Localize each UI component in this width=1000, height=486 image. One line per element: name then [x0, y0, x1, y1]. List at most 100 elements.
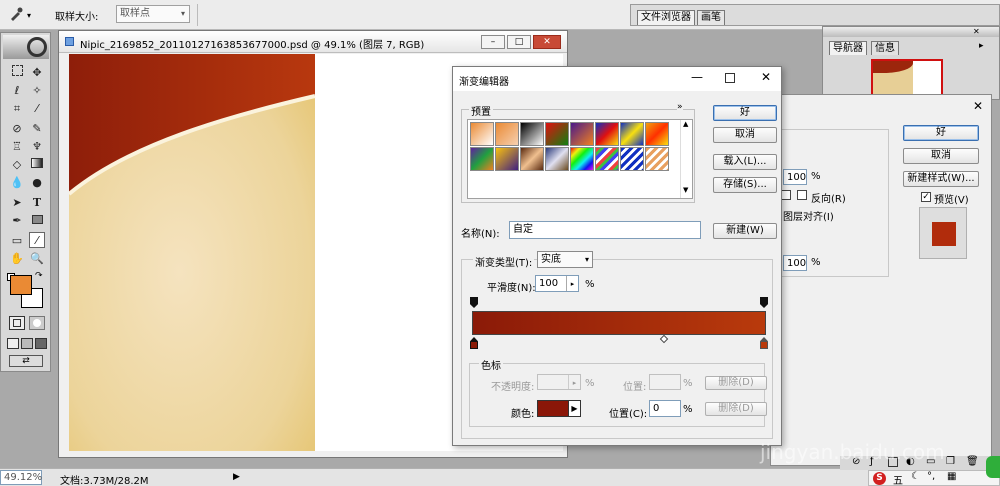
- hand-tool-icon[interactable]: ✋: [9, 251, 25, 267]
- delete-color-stop-button[interactable]: 删除(D): [705, 402, 767, 416]
- preset-transparent-rainbow[interactable]: [595, 147, 619, 171]
- preset-yellow-violet[interactable]: [495, 147, 519, 171]
- new-layer-icon[interactable]: ❐: [946, 456, 955, 467]
- eraser-tool-icon[interactable]: ◇: [9, 157, 25, 173]
- clone-stamp-tool-icon[interactable]: ♖: [9, 139, 25, 155]
- opacity-input[interactable]: ▸: [537, 374, 581, 390]
- preview-checkbox[interactable]: ✓: [921, 192, 931, 202]
- ime-mode[interactable]: 五: [893, 472, 903, 486]
- preset-chrome[interactable]: [545, 147, 569, 171]
- ime-punct-icon[interactable]: °,: [927, 471, 935, 482]
- document-titlebar[interactable]: Nipic_2169852_20110127163853677000.psd @…: [59, 31, 567, 53]
- preset-copper[interactable]: [520, 147, 544, 171]
- preset-black-white[interactable]: [520, 122, 544, 146]
- screen-mode-standard-icon[interactable]: [7, 338, 19, 349]
- jump-to-imageready-icon[interactable]: ⇄: [9, 355, 43, 367]
- zoom-field[interactable]: 49.12%: [0, 470, 42, 485]
- eyedropper-tool-icon[interactable]: [8, 6, 24, 22]
- slice-tool-icon[interactable]: ⁄: [29, 101, 45, 117]
- layer-style-value-2[interactable]: 100: [783, 255, 807, 271]
- load-button[interactable]: 载入(L)...: [713, 154, 777, 170]
- preset-scrollbar[interactable]: ▲ ▼: [680, 120, 692, 198]
- save-button[interactable]: 存储(S)...: [713, 177, 777, 193]
- minimize-icon[interactable]: —: [691, 70, 703, 84]
- screen-mode-full-menu-icon[interactable]: [21, 338, 33, 349]
- foreground-color-swatch[interactable]: [10, 275, 32, 295]
- magic-wand-tool-icon[interactable]: ✧: [29, 83, 45, 99]
- ok-button[interactable]: 好: [713, 105, 777, 121]
- preset-blue-yellow-blue[interactable]: [620, 122, 644, 146]
- gradient-tool-icon[interactable]: [29, 157, 45, 173]
- ime-settings-icon[interactable]: ▦: [947, 471, 956, 482]
- scroll-up-icon[interactable]: ▲: [683, 120, 688, 128]
- preset-fg-transparent[interactable]: [495, 122, 519, 146]
- tool-preset-dropdown-icon[interactable]: ▾: [27, 11, 31, 20]
- panel-menu-icon[interactable]: ▸: [979, 41, 984, 51]
- screen-mode-full-icon[interactable]: [35, 338, 47, 349]
- gradient-editor-titlebar[interactable]: 渐变编辑器 — ✕: [453, 67, 781, 91]
- color-location-input[interactable]: 0: [649, 400, 681, 417]
- close-icon[interactable]: ✕: [761, 70, 771, 84]
- layer-style-ok-button[interactable]: 好: [903, 125, 979, 141]
- maximize-button[interactable]: □: [507, 35, 531, 49]
- maximize-icon[interactable]: [725, 73, 735, 83]
- zoom-tool-icon[interactable]: 🔍: [29, 251, 45, 267]
- tab-info[interactable]: 信息: [871, 41, 899, 55]
- sample-size-select[interactable]: 取样点 ▾: [116, 5, 190, 23]
- path-selection-tool-icon[interactable]: ➤: [9, 195, 25, 211]
- color-menu-arrow-icon[interactable]: ▶: [568, 401, 580, 416]
- tab-file-browser[interactable]: 文件浏览器: [637, 10, 695, 25]
- gradient-bar[interactable]: [472, 311, 766, 335]
- shape-tool-icon[interactable]: [29, 213, 45, 229]
- crop-tool-icon[interactable]: ⌗: [9, 101, 25, 117]
- preset-blue-red-yellow[interactable]: [595, 122, 619, 146]
- preset-violet-green-orange[interactable]: [470, 147, 494, 171]
- lasso-tool-icon[interactable]: ℓ: [9, 83, 25, 99]
- delete-opacity-stop-button[interactable]: 删除(D): [705, 376, 767, 390]
- smoothness-arrow-icon[interactable]: ▸: [566, 276, 578, 291]
- preset-violet-orange[interactable]: [570, 122, 594, 146]
- tab-navigator[interactable]: 导航器: [829, 41, 867, 55]
- opacity-location-input[interactable]: [649, 374, 681, 390]
- eyedropper-tool-active-icon[interactable]: ⁄: [29, 232, 45, 248]
- status-menu-arrow-icon[interactable]: ▶: [233, 472, 240, 482]
- delete-layer-icon[interactable]: 🗑: [966, 456, 979, 467]
- layer-style-close-icon[interactable]: ✕: [973, 99, 983, 113]
- standard-mode-icon[interactable]: [9, 316, 25, 330]
- preset-red-green[interactable]: [545, 122, 569, 146]
- close-button[interactable]: ✕: [533, 35, 561, 49]
- layer-style-value-1[interactable]: 100: [783, 169, 807, 185]
- ime-logo-icon[interactable]: S: [873, 472, 886, 485]
- pen-tool-icon[interactable]: ✒: [9, 213, 25, 229]
- preset-spectrum[interactable]: [570, 147, 594, 171]
- dodge-tool-icon[interactable]: ●: [29, 175, 45, 191]
- scroll-down-icon[interactable]: ▼: [683, 186, 688, 194]
- new-style-button[interactable]: 新建样式(W)...: [903, 171, 979, 187]
- smoothness-input[interactable]: 100 ▸: [535, 275, 579, 292]
- preset-transparent-stripes[interactable]: [620, 147, 644, 171]
- stop-color-swatch[interactable]: ▶: [537, 400, 581, 417]
- ime-moon-icon[interactable]: ☾: [911, 471, 920, 482]
- notes-tool-icon[interactable]: ▭: [9, 233, 25, 249]
- cancel-button[interactable]: 取消: [713, 127, 777, 143]
- presets-menu-icon[interactable]: »: [677, 102, 683, 112]
- blur-tool-icon[interactable]: 💧: [9, 175, 25, 191]
- quick-mask-mode-icon[interactable]: [29, 316, 45, 330]
- panel-close-icon[interactable]: ✕: [973, 27, 980, 36]
- opacity-arrow-icon[interactable]: ▸: [568, 375, 580, 389]
- preset-orange-stripes[interactable]: [645, 147, 669, 171]
- name-input[interactable]: 自定: [509, 221, 701, 239]
- brush-tool-icon[interactable]: ✎: [29, 121, 45, 137]
- preset-fg-bg[interactable]: [470, 122, 494, 146]
- minimize-button[interactable]: –: [481, 35, 505, 49]
- healing-brush-tool-icon[interactable]: ⊘: [9, 121, 25, 137]
- navigator-thumbnail[interactable]: [871, 59, 943, 99]
- history-brush-tool-icon[interactable]: ♆: [29, 139, 45, 155]
- marquee-tool-icon[interactable]: [9, 65, 25, 81]
- tab-brushes[interactable]: 画笔: [697, 10, 725, 25]
- preset-orange-yellow[interactable]: [645, 122, 669, 146]
- layer-style-checkbox-a[interactable]: [781, 190, 791, 200]
- new-button[interactable]: 新建(W): [713, 223, 777, 239]
- move-tool-icon[interactable]: ✥: [29, 65, 45, 81]
- reverse-checkbox[interactable]: [797, 190, 807, 200]
